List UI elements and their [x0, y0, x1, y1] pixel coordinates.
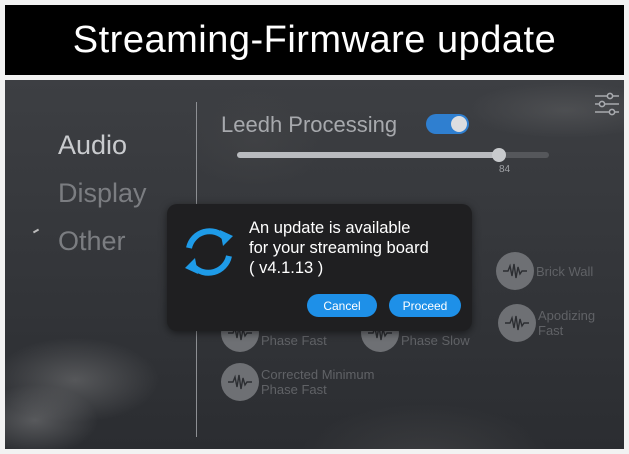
leedh-processing-toggle[interactable]: [426, 114, 469, 134]
title-bar: Streaming-Firmware update: [5, 5, 624, 75]
version-text: ( v4.1.13 ): [249, 259, 324, 277]
leedh-slider[interactable]: [237, 148, 549, 162]
filter-label: Corrected Minimum Phase Fast: [261, 367, 375, 397]
filter-apodizing-fast[interactable]: Apodizing Fast: [498, 304, 610, 342]
filter-brick-wall[interactable]: Brick Wall: [496, 252, 593, 290]
cancel-button[interactable]: Cancel: [307, 294, 377, 317]
toggle-knob: [451, 116, 467, 132]
filter-label: Phase Fast: [261, 332, 327, 348]
update-message: An update is available for your streamin…: [249, 218, 464, 278]
waveform-icon: [496, 252, 534, 290]
firmware-update-frame: Streaming-Firmware update Audio Display …: [0, 0, 629, 454]
slider-value: 84: [499, 164, 511, 175]
filter-label: Brick Wall: [536, 263, 594, 279]
active-indicator: [32, 228, 40, 234]
filter-label: Apodizing Fast: [538, 308, 596, 338]
waveform-icon: [498, 304, 536, 342]
sidebar-item-other[interactable]: Other: [58, 226, 126, 257]
app-screen: Audio Display Other Leedh Processing 84 …: [5, 80, 624, 449]
waveform-icon: [221, 363, 259, 401]
update-dialog: An update is available for your streamin…: [167, 204, 472, 331]
update-message-line: for your streaming board: [249, 239, 429, 257]
slider-handle[interactable]: [492, 148, 506, 162]
sidebar-item-audio[interactable]: Audio: [58, 130, 127, 161]
sync-icon: [185, 228, 233, 276]
slider-fill: [237, 152, 499, 158]
sidebar-item-display[interactable]: Display: [58, 178, 147, 209]
filter-corrected-minimum-phase-fast[interactable]: Corrected Minimum Phase Fast: [221, 363, 401, 401]
leedh-processing-label: Leedh Processing: [221, 112, 398, 137]
filter-label: Phase Slow: [401, 332, 470, 348]
proceed-button[interactable]: Proceed: [389, 294, 461, 317]
update-message-line: An update is available: [249, 219, 411, 237]
settings-sliders-icon[interactable]: [593, 90, 621, 118]
page-title: Streaming-Firmware update: [72, 18, 557, 61]
